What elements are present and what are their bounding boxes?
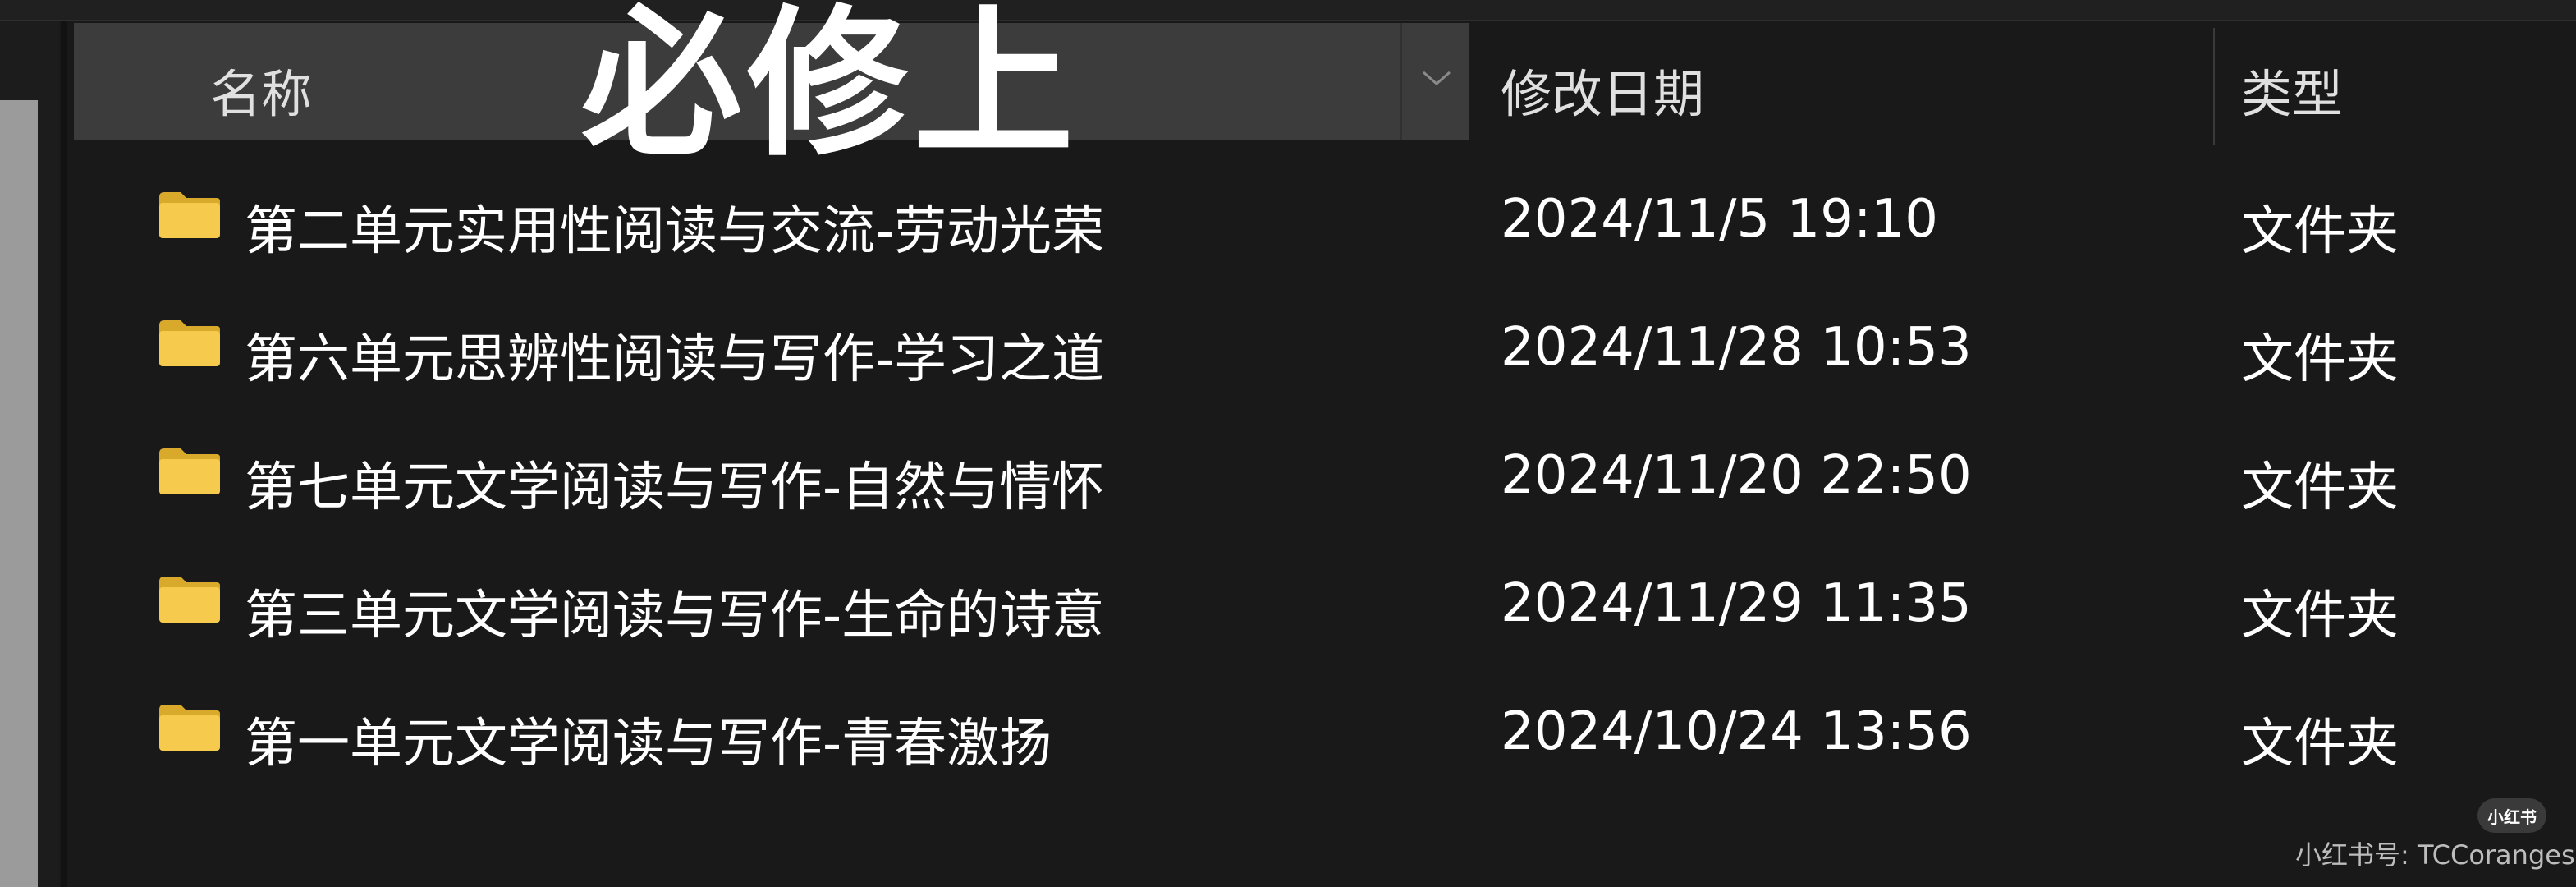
file-type: 文件夹 bbox=[2241, 457, 2399, 518]
folder-icon bbox=[159, 448, 220, 494]
folder-icon bbox=[159, 192, 220, 238]
file-name[interactable]: 第二单元实用性阅读与交流-劳动光荣 bbox=[245, 189, 1104, 264]
modified-date: 2024/11/5 19:10 bbox=[1501, 189, 1938, 250]
file-name[interactable]: 第三单元文学阅读与写作-生命的诗意 bbox=[245, 573, 1104, 649]
folder-icon bbox=[159, 577, 220, 623]
chevron-down-icon bbox=[1423, 71, 1451, 85]
file-type: 文件夹 bbox=[2241, 714, 2399, 774]
folder-icon bbox=[159, 705, 220, 751]
file-type: 文件夹 bbox=[2241, 329, 2399, 390]
window-top-strip bbox=[0, 0, 2576, 21]
file-name[interactable]: 第一单元文学阅读与写作-青春激扬 bbox=[245, 701, 1052, 777]
file-name[interactable]: 第六单元思辨性阅读与写作-学习之道 bbox=[245, 317, 1104, 393]
column-header-name-label: 名称 bbox=[210, 64, 313, 124]
modified-date: 2024/10/24 13:56 bbox=[1501, 701, 1972, 762]
modified-date: 2024/11/20 22:50 bbox=[1501, 445, 1972, 506]
file-row[interactable]: 第七单元文学阅读与写作-自然与情怀 2024/11/20 22:50 文件夹 bbox=[74, 417, 2576, 545]
watermark-badge: 小红书 bbox=[2477, 798, 2546, 833]
file-row[interactable]: 第二单元实用性阅读与交流-劳动光荣 2024/11/5 19:10 文件夹 bbox=[74, 161, 2576, 289]
folder-icon bbox=[159, 320, 220, 366]
file-row[interactable]: 第一单元文学阅读与写作-青春激扬 2024/10/24 13:56 文件夹 bbox=[74, 673, 2576, 802]
file-list: 第二单元实用性阅读与交流-劳动光荣 2024/11/5 19:10 文件夹 第六… bbox=[74, 161, 2576, 802]
modified-date: 2024/11/28 10:53 bbox=[1501, 317, 1972, 378]
column-header-bar: 名称 修改日期 类型 bbox=[74, 23, 2576, 145]
file-type: 文件夹 bbox=[2241, 586, 2399, 646]
pane-divider[interactable] bbox=[61, 21, 67, 887]
file-row[interactable]: 第三单元文学阅读与写作-生命的诗意 2024/11/29 11:35 文件夹 bbox=[74, 545, 2576, 673]
column-divider[interactable] bbox=[2213, 28, 2215, 145]
file-name[interactable]: 第七单元文学阅读与写作-自然与情怀 bbox=[245, 445, 1104, 521]
column-header-date[interactable]: 修改日期 bbox=[1501, 53, 1704, 126]
modified-date: 2024/11/29 11:35 bbox=[1501, 573, 1972, 634]
overlay-title: 必修上 bbox=[581, 0, 1079, 178]
navigation-scrollbar[interactable] bbox=[0, 100, 38, 887]
file-row[interactable]: 第六单元思辨性阅读与写作-学习之道 2024/11/28 10:53 文件夹 bbox=[74, 289, 2576, 417]
watermark-text: 小红书号: TCCoranges bbox=[2295, 839, 2575, 871]
file-type: 文件夹 bbox=[2241, 201, 2399, 262]
sort-dropdown-button[interactable] bbox=[1400, 23, 1469, 140]
column-header-type[interactable]: 类型 bbox=[2241, 53, 2343, 126]
